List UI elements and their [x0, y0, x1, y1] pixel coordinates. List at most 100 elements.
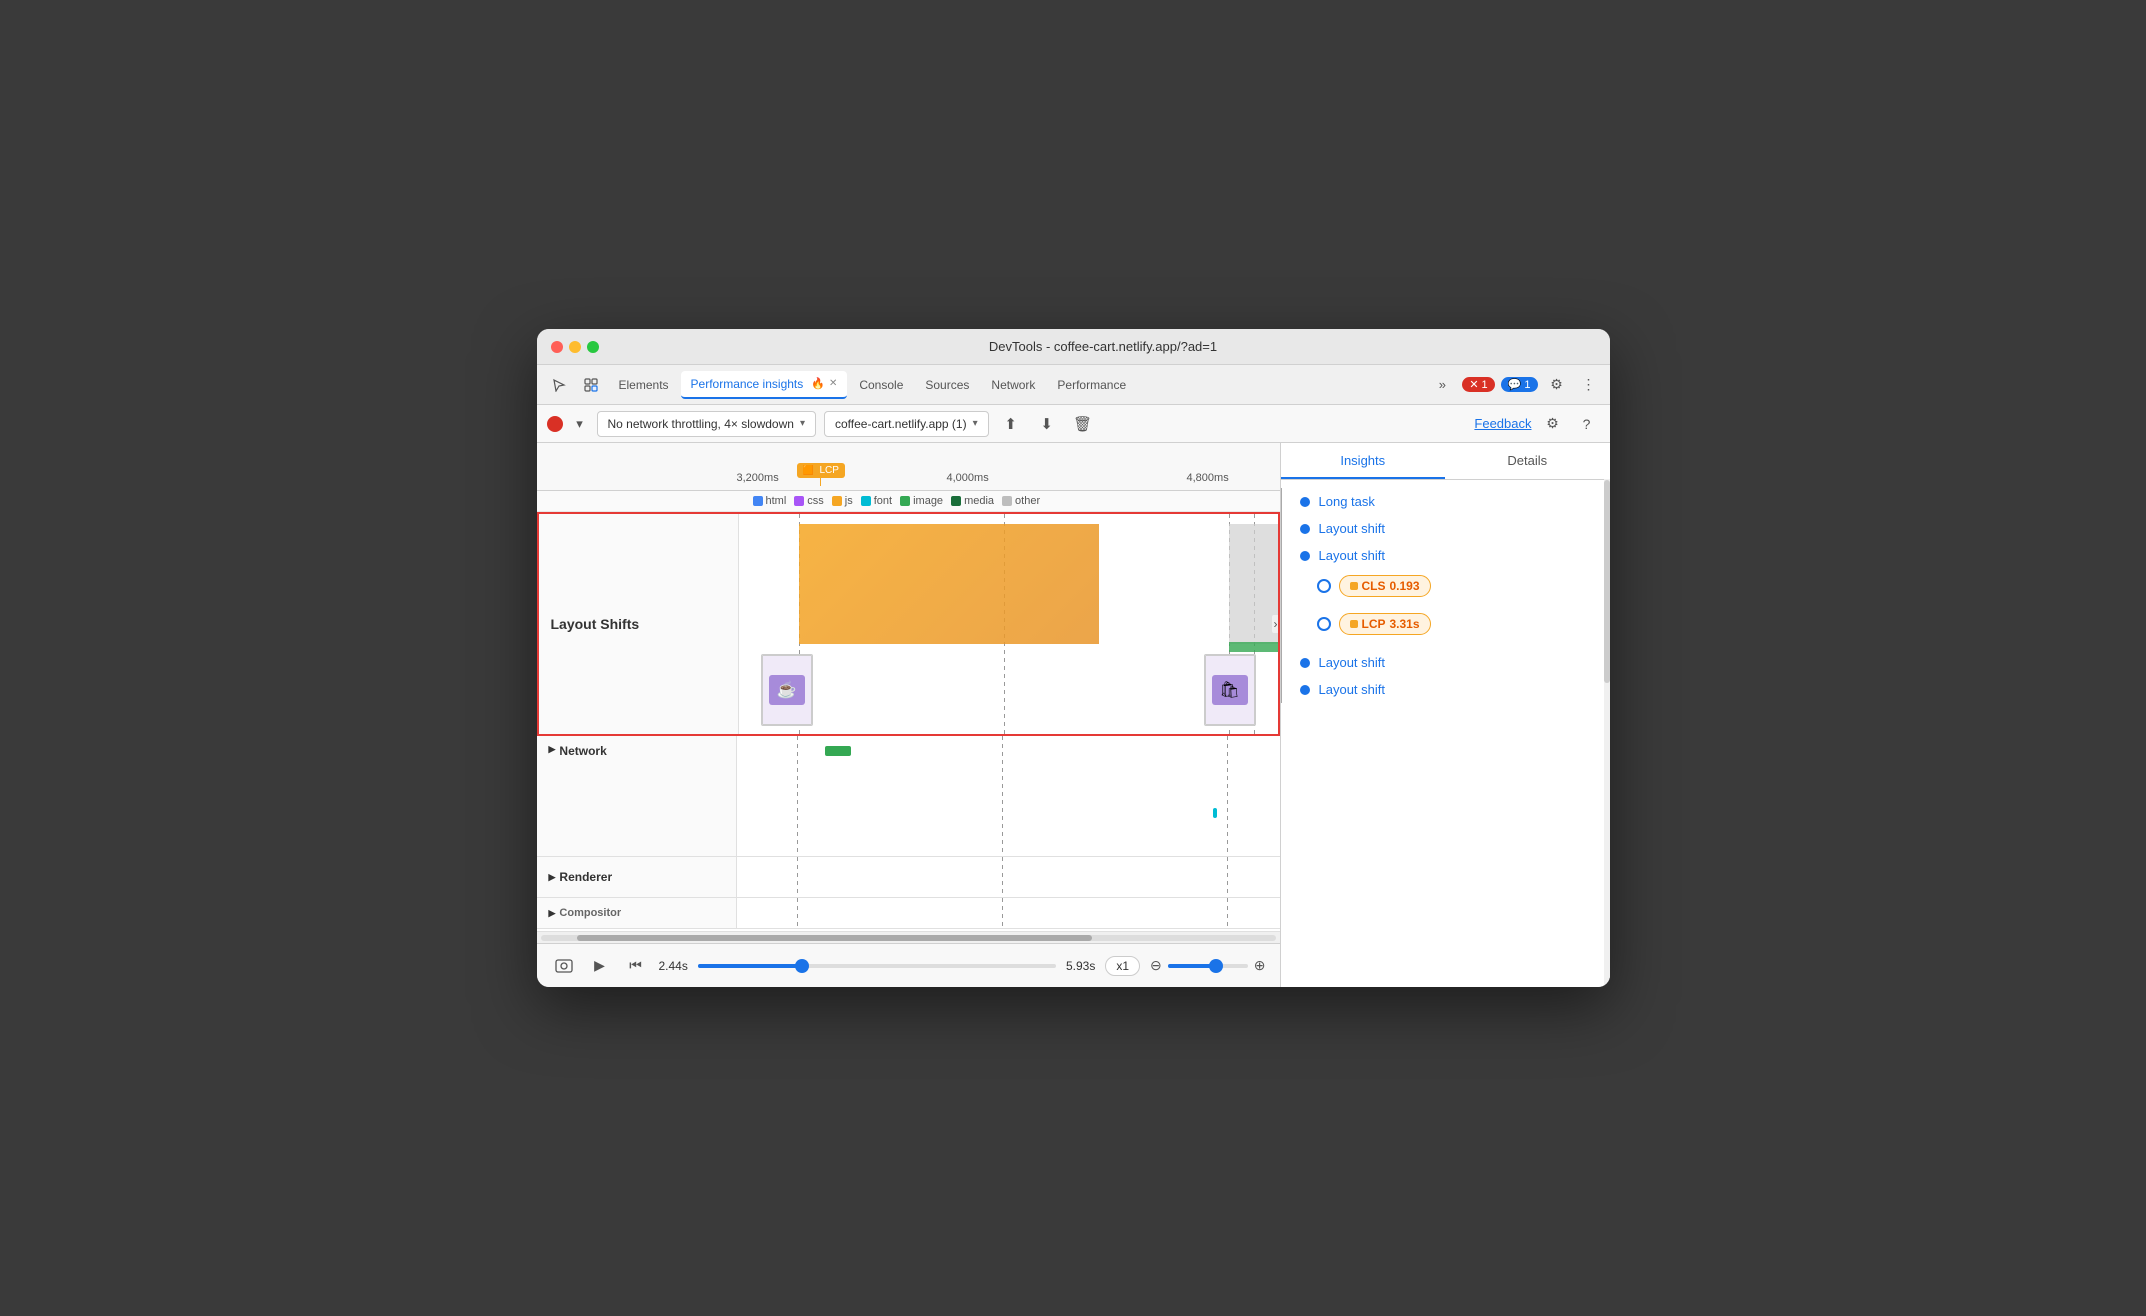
zoom-slider-track[interactable] — [1168, 964, 1248, 968]
close-button[interactable] — [551, 341, 563, 353]
timeline-dot-3 — [1300, 551, 1310, 561]
tab-close-icon[interactable]: ✕ — [829, 378, 837, 389]
insight-layout-shift-2[interactable]: Layout shift — [1305, 542, 1610, 569]
skip-back-icon[interactable]: ⏮ — [623, 953, 649, 979]
import-icon[interactable]: ⬇ — [1033, 410, 1061, 438]
more-tabs-btn[interactable]: » — [1428, 371, 1456, 399]
layout-shift-link-1[interactable]: Layout shift — [1319, 521, 1386, 536]
insight-layout-shift-3[interactable]: Layout shift — [1305, 649, 1610, 676]
minimize-button[interactable] — [569, 341, 581, 353]
record-button[interactable] — [547, 416, 563, 432]
playhead-slider[interactable] — [698, 956, 1056, 976]
throttle-dropdown[interactable]: No network throttling, 4× slowdown ▾ — [597, 411, 816, 437]
panel-scrollbar-thumb[interactable] — [1604, 480, 1610, 683]
slider-track[interactable] — [698, 964, 1056, 968]
delete-icon[interactable]: 🗑 — [1069, 410, 1097, 438]
cls-badge-square — [1350, 582, 1358, 590]
insight-layout-shift-4[interactable]: Layout shift — [1305, 676, 1610, 703]
insight-long-task[interactable]: Long task — [1305, 488, 1610, 515]
tab-performance-insights[interactable]: Performance insights 🔥 ✕ — [681, 371, 848, 399]
renderer-chevron-icon[interactable]: ▶ — [549, 872, 556, 883]
zoom-in-icon[interactable]: ⊕ — [1254, 957, 1266, 974]
legend-html: html — [753, 495, 787, 507]
devtools-window: DevTools - coffee-cart.netlify.app/?ad=1… — [537, 329, 1610, 987]
more-options-icon[interactable]: ⋮ — [1576, 372, 1602, 398]
dashed-line-net-1 — [797, 736, 798, 856]
tab-performance[interactable]: Performance — [1047, 371, 1136, 399]
layout-shift-link-4[interactable]: Layout shift — [1319, 682, 1386, 697]
thumbnail-2: 🛍 — [1204, 654, 1256, 726]
speed-badge[interactable]: x1 — [1105, 956, 1140, 976]
feedback-link[interactable]: Feedback — [1474, 416, 1531, 431]
cursor-icon[interactable] — [545, 371, 573, 399]
titlebar: DevTools - coffee-cart.netlify.app/?ad=1 — [537, 329, 1610, 365]
lcp-marker: 🟧 LCP — [797, 463, 845, 486]
cls-item[interactable]: CLS 0.193 — [1305, 569, 1610, 603]
time-start: 2.44s — [659, 959, 688, 973]
error-badge[interactable]: ✕ 1 — [1462, 377, 1494, 392]
tab-network[interactable]: Network — [981, 371, 1045, 399]
zoom-slider-thumb[interactable] — [1209, 959, 1223, 973]
target-arrow-icon: ▾ — [973, 418, 978, 429]
network-chevron-icon[interactable]: ▶ — [549, 744, 556, 755]
traffic-lights — [551, 341, 599, 353]
lcp-badge-panel[interactable]: LCP 3.31s — [1339, 613, 1431, 635]
target-dropdown[interactable]: coffee-cart.netlify.app (1) ▾ — [824, 411, 989, 437]
legend-media: media — [951, 495, 994, 507]
play-icon[interactable]: ▶ — [587, 953, 613, 979]
layout-shift-link-2[interactable]: Layout shift — [1319, 548, 1386, 563]
panel-scrollbar[interactable] — [1604, 479, 1610, 987]
orange-block — [799, 524, 1099, 644]
dashed-line-net-2 — [1002, 736, 1003, 856]
long-task-link[interactable]: Long task — [1319, 494, 1375, 509]
legend-other: other — [1002, 495, 1040, 507]
compositor-chevron-icon[interactable]: ▶ — [549, 908, 556, 919]
dropdown-arrow-icon[interactable]: ▾ — [571, 410, 589, 438]
compositor-content — [737, 898, 1280, 928]
zoom-controls: ⊖ ⊕ — [1150, 957, 1265, 974]
tab-sources[interactable]: Sources — [915, 371, 979, 399]
throttle-arrow-icon: ▾ — [800, 418, 805, 429]
lcp-circle-dot — [1317, 617, 1331, 631]
network-label: ▶ Network — [537, 736, 737, 856]
timeline-rows[interactable]: Layout Shifts — [537, 512, 1280, 931]
scrollbar-track[interactable] — [541, 935, 1276, 941]
panel-settings-icon[interactable]: ⚙ — [1540, 411, 1566, 437]
settings-gear-icon[interactable]: ⚙ — [1544, 372, 1570, 398]
lcp-item[interactable]: LCP 3.31s — [1305, 607, 1610, 641]
compositor-row: ▶ Compositor — [537, 898, 1280, 929]
time-ruler: 3,200ms 4,000ms 4,800ms 🟧 LCP — [537, 443, 1280, 491]
zoom-out-icon[interactable]: ⊖ — [1150, 957, 1162, 974]
tab-insights[interactable]: Insights — [1281, 443, 1446, 479]
dashed-line-comp-1 — [797, 898, 798, 928]
timeline-dot-5 — [1300, 685, 1310, 695]
insight-layout-shift-1[interactable]: Layout shift — [1305, 515, 1610, 542]
tabs-container: Elements Performance insights 🔥 ✕ Consol… — [609, 371, 1425, 399]
layout-shift-link-3[interactable]: Layout shift — [1319, 655, 1386, 670]
timeline-scrollbar[interactable] — [537, 931, 1280, 943]
net-bar-fonts — [1213, 808, 1217, 818]
panel-help-icon[interactable]: ? — [1574, 411, 1600, 437]
legend-row: html css js font image — [537, 491, 1280, 512]
scrollbar-thumb[interactable] — [577, 935, 1092, 941]
export-icon[interactable]: ⬆ — [997, 410, 1025, 438]
main-content: 3,200ms 4,000ms 4,800ms 🟧 LCP html — [537, 443, 1610, 987]
inspect-icon[interactable] — [577, 371, 605, 399]
slider-thumb[interactable] — [795, 959, 809, 973]
cls-circle-dot — [1317, 579, 1331, 593]
compositor-label: ▶ Compositor — [537, 898, 737, 928]
message-badge[interactable]: 💬 1 — [1501, 377, 1538, 392]
maximize-button[interactable] — [587, 341, 599, 353]
time-end: 5.93s — [1066, 959, 1095, 973]
expand-right-icon[interactable]: › — [1272, 615, 1278, 633]
tab-details[interactable]: Details — [1445, 443, 1610, 479]
timeline-vertical-line — [1281, 488, 1282, 703]
tab-console[interactable]: Console — [849, 371, 913, 399]
gray-block — [1229, 524, 1278, 644]
zoom-slider[interactable] — [1168, 964, 1248, 968]
screenshot-icon[interactable] — [551, 953, 577, 979]
cls-badge-label: CLS — [1362, 579, 1386, 593]
tab-elements[interactable]: Elements — [609, 371, 679, 399]
network-content: coffee-cart.netlify.app cdnjs.cloudflare… — [737, 736, 1280, 856]
cls-badge[interactable]: CLS 0.193 — [1339, 575, 1431, 597]
